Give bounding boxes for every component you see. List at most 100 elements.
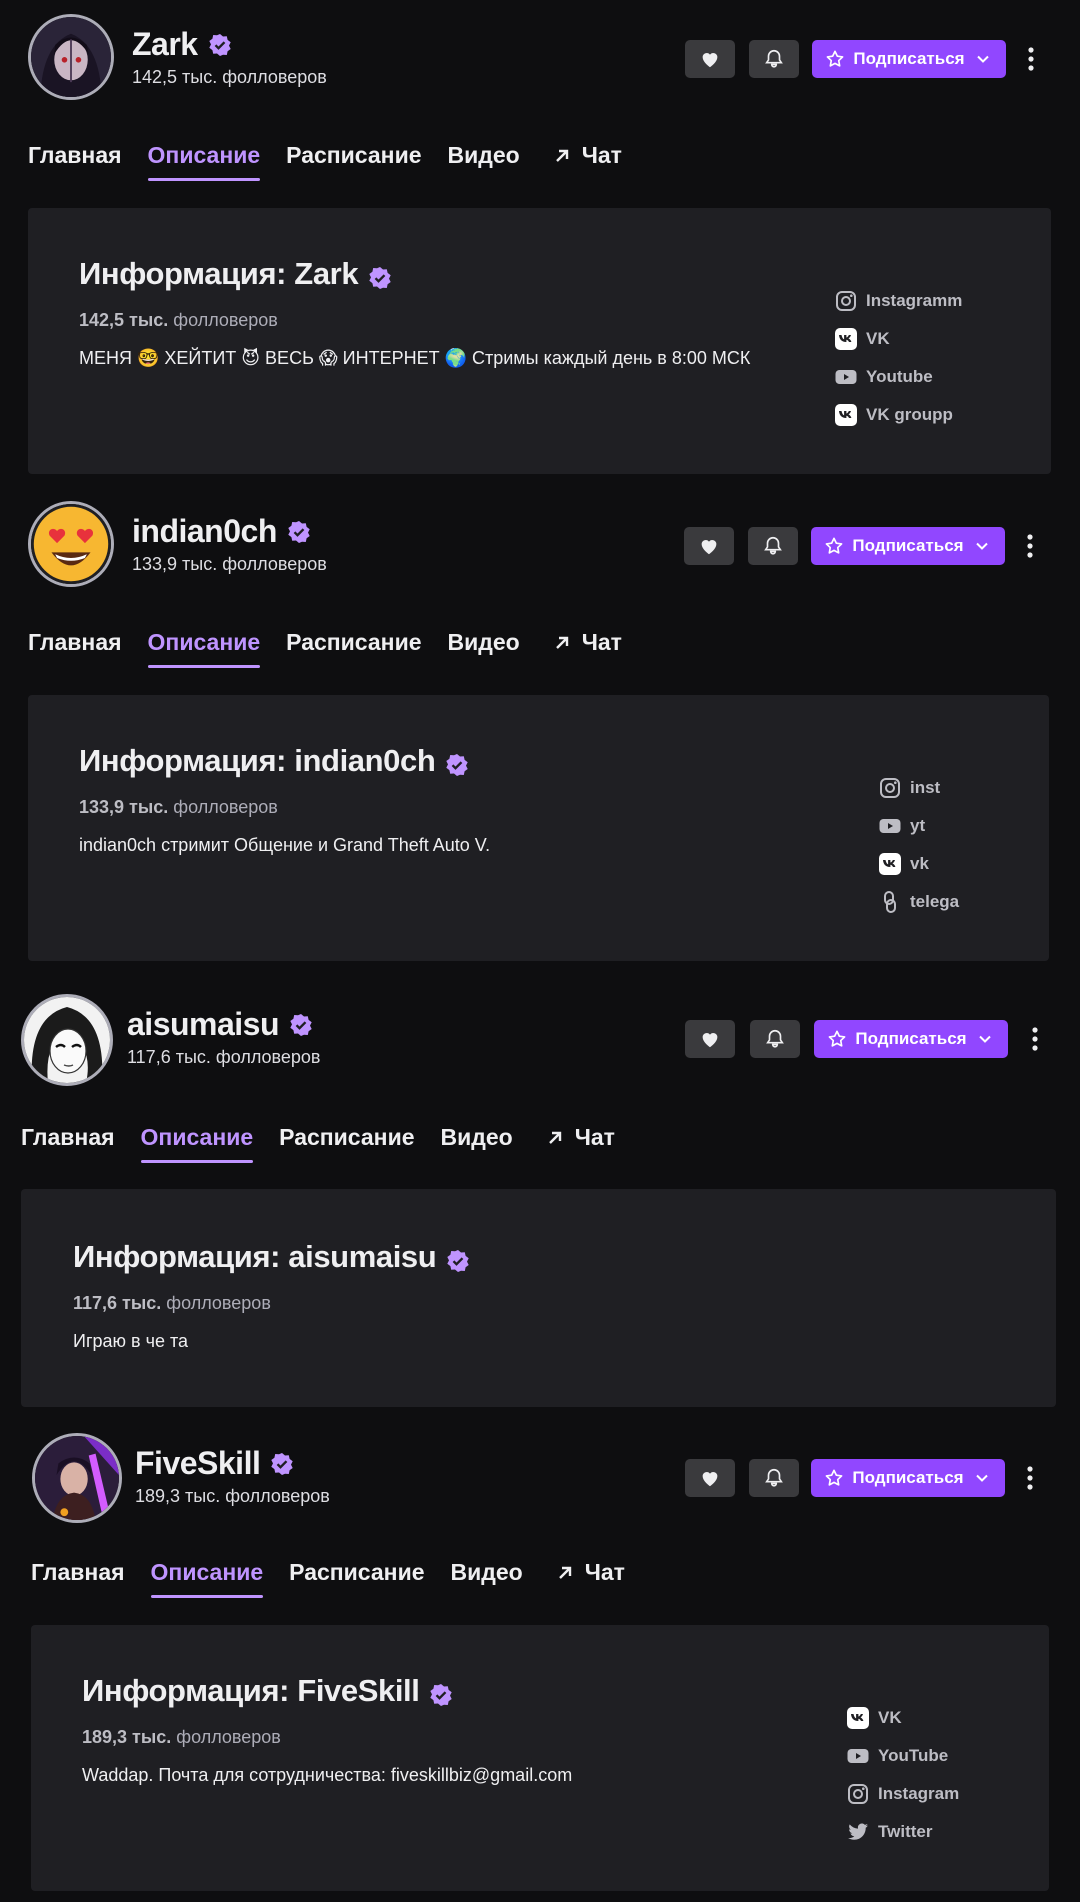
- star-icon: [826, 537, 843, 554]
- social-link-label: VK: [878, 1708, 902, 1727]
- notifications-button[interactable]: [749, 40, 799, 78]
- social-link-youtube[interactable]: YouTube: [846, 1737, 959, 1775]
- about-panel: Информация: Zark 142,5 тыс. фолловеров М…: [28, 208, 1051, 474]
- info-follower-number: 117,6 тыс.: [73, 1293, 162, 1313]
- social-link-twitter[interactable]: Twitter: [846, 1813, 959, 1851]
- tab-about[interactable]: Описание: [140, 1124, 253, 1163]
- heart-icon: [702, 53, 718, 68]
- social-link-vk[interactable]: vk: [878, 845, 959, 883]
- tab-schedule[interactable]: Расписание: [279, 1124, 414, 1163]
- about-panel: Информация: FiveSkill 189,3 тыс. фоллове…: [31, 1625, 1049, 1891]
- channel-description: indian0ch стримит Общение и Grand Theft …: [79, 835, 491, 855]
- channel-name[interactable]: FiveSkill: [135, 1445, 261, 1482]
- heart-icon: [702, 1033, 718, 1048]
- channel-description: МЕНЯ 🤓 ХЕЙТИТ 😈 ВЕСЬ 😱 ИНТЕРНЕТ 🌍 Стримы…: [79, 348, 751, 368]
- info-follower-word: фолловеров: [173, 797, 278, 817]
- subscribe-button[interactable]: Подписаться: [811, 1459, 1005, 1497]
- tab-about[interactable]: Описание: [147, 629, 260, 668]
- more-options-button[interactable]: [1025, 1020, 1045, 1058]
- info-title: Информация: aisumaisu: [73, 1239, 437, 1274]
- tab-chat-label: Чат: [581, 629, 622, 655]
- channel-name[interactable]: aisumaisu: [127, 1006, 280, 1043]
- follow-heart-button[interactable]: [685, 40, 735, 78]
- tab-schedule[interactable]: Расписание: [286, 142, 421, 181]
- tab-schedule[interactable]: Расписание: [286, 629, 421, 668]
- tab-videos[interactable]: Видео: [451, 1559, 523, 1598]
- channel-tabs: Главная Описание Расписание Видео Чат: [28, 629, 648, 668]
- info-follower-number: 133,9 тыс.: [79, 797, 169, 817]
- tab-videos[interactable]: Видео: [448, 142, 520, 181]
- tab-videos[interactable]: Видео: [448, 629, 520, 668]
- notifications-button[interactable]: [750, 1020, 800, 1058]
- tab-home[interactable]: Главная: [31, 1559, 125, 1598]
- notifications-button[interactable]: [749, 1459, 799, 1497]
- twitter-icon: [848, 1823, 868, 1840]
- bell-icon: [764, 536, 782, 555]
- avatar-aisumaisu-image: [24, 997, 110, 1083]
- tab-about[interactable]: Описание: [147, 142, 260, 181]
- vk-icon: [835, 404, 857, 426]
- subscribe-button[interactable]: Подписаться: [814, 1020, 1008, 1058]
- more-options-button[interactable]: [1021, 40, 1041, 78]
- tab-chat[interactable]: Чат: [545, 1124, 615, 1163]
- vk-icon: [847, 1707, 869, 1729]
- tab-chat[interactable]: Чат: [552, 142, 622, 181]
- channel-name[interactable]: indian0ch: [132, 513, 277, 550]
- channel-tabs: Главная Описание Расписание Видео Чат: [31, 1559, 651, 1598]
- social-link-instagram[interactable]: Instagram: [846, 1775, 959, 1813]
- bell-icon: [765, 1468, 783, 1487]
- kebab-menu-icon: [1027, 534, 1033, 558]
- follow-heart-button[interactable]: [685, 1459, 735, 1497]
- social-link-instagram[interactable]: Instagramm: [834, 282, 962, 320]
- info-follower-count: 142,5 тыс. фолловеров: [79, 310, 278, 331]
- info-follower-word: фолловеров: [173, 310, 278, 330]
- social-link-label: yt: [910, 816, 926, 835]
- avatar[interactable]: [32, 1433, 122, 1523]
- social-link-youtube[interactable]: Youtube: [834, 358, 962, 396]
- notifications-button[interactable]: [748, 527, 798, 565]
- social-link-label: inst: [910, 778, 941, 797]
- avatar-zark-image: [31, 17, 111, 97]
- follow-heart-button[interactable]: [685, 1020, 735, 1058]
- tab-chat[interactable]: Чат: [555, 1559, 625, 1598]
- tab-chat-label: Чат: [581, 142, 622, 168]
- instagram-icon: [836, 291, 856, 311]
- follower-count: 117,6 тыс. фолловеров: [127, 1047, 321, 1067]
- subscribe-button[interactable]: Подписаться: [812, 40, 1006, 78]
- tab-home[interactable]: Главная: [21, 1124, 115, 1163]
- social-link-vk-group[interactable]: VK groupp: [834, 396, 962, 434]
- social-link-telegram[interactable]: telega: [878, 883, 959, 921]
- tab-about[interactable]: Описание: [150, 1559, 263, 1598]
- tab-home[interactable]: Главная: [28, 142, 122, 181]
- social-link-label: telega: [910, 892, 960, 911]
- social-link-instagram[interactable]: inst: [878, 769, 959, 807]
- tab-home[interactable]: Главная: [28, 629, 122, 668]
- kebab-menu-icon: [1027, 1466, 1033, 1490]
- avatar[interactable]: [28, 501, 114, 587]
- social-link-label: vk: [910, 854, 929, 873]
- tab-videos[interactable]: Видео: [441, 1124, 513, 1163]
- social-link-vk[interactable]: VK: [834, 320, 962, 358]
- tab-schedule[interactable]: Расписание: [289, 1559, 424, 1598]
- tab-chat-label: Чат: [584, 1559, 625, 1585]
- subscribe-label: Подписаться: [855, 1029, 967, 1048]
- more-options-button[interactable]: [1020, 1459, 1040, 1497]
- social-link-youtube[interactable]: yt: [878, 807, 959, 845]
- verified-badge-icon: [429, 1679, 453, 1706]
- bell-icon: [765, 49, 783, 68]
- subscribe-button[interactable]: Подписаться: [811, 527, 1005, 565]
- avatar-fiveskill-image: [35, 1436, 119, 1520]
- verified-badge-icon: [208, 33, 232, 57]
- avatar[interactable]: [21, 994, 113, 1086]
- channel-name[interactable]: Zark: [132, 26, 198, 63]
- social-link-label: Instagramm: [866, 291, 963, 310]
- tab-chat[interactable]: Чат: [552, 629, 622, 668]
- follow-heart-button[interactable]: [684, 527, 734, 565]
- avatar[interactable]: [28, 14, 114, 100]
- youtube-icon: [879, 819, 901, 833]
- verified-badge-icon: [368, 262, 392, 289]
- follower-count: 142,5 тыс. фолловеров: [132, 67, 327, 87]
- social-link-vk[interactable]: VK: [846, 1699, 959, 1737]
- more-options-button[interactable]: [1020, 527, 1040, 565]
- info-follower-word: фолловеров: [166, 1293, 271, 1313]
